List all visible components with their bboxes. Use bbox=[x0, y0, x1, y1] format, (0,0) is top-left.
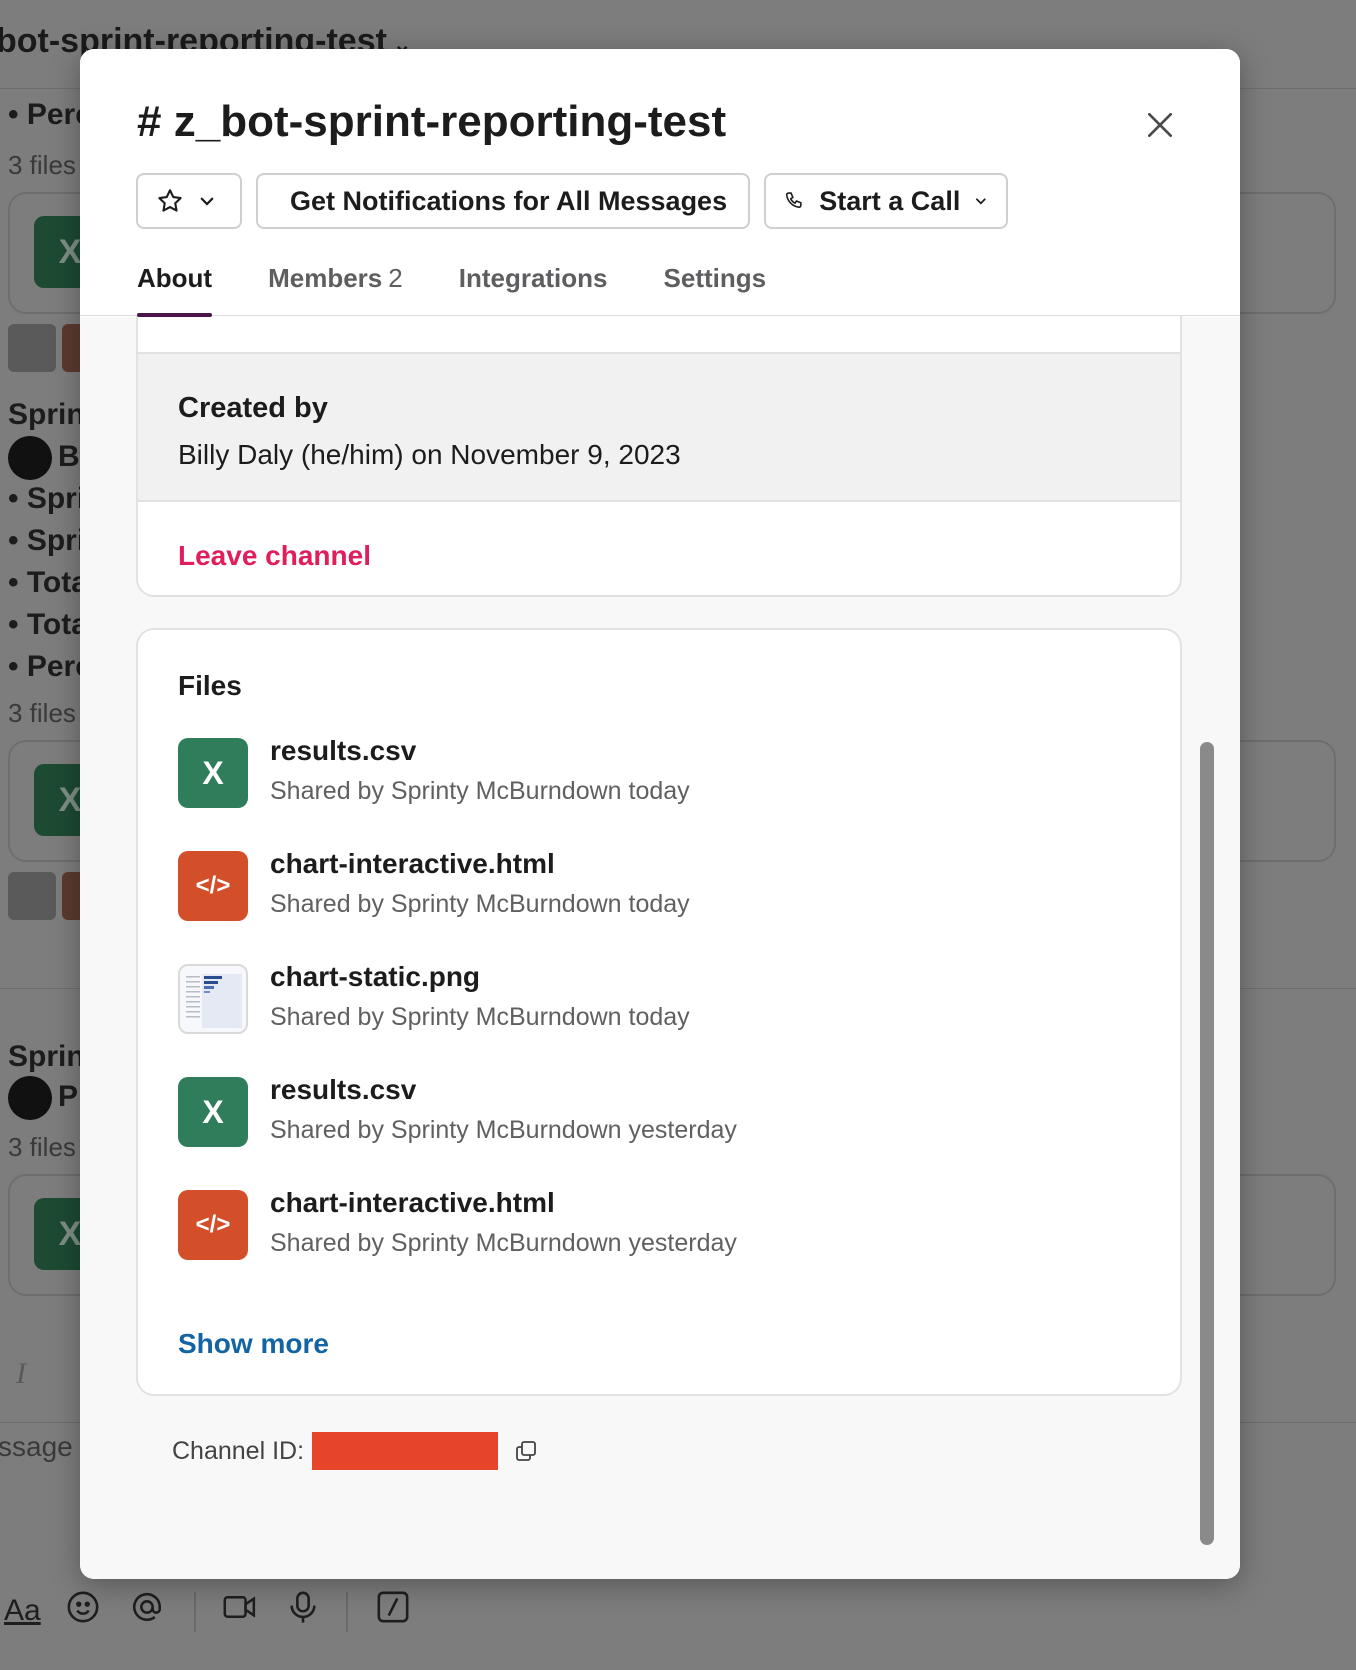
star-icon bbox=[158, 189, 182, 212]
created-by-section: Created by Billy Daly (he/him) on Novemb… bbox=[138, 354, 1180, 502]
star-button[interactable] bbox=[136, 173, 242, 229]
channel-details-modal: # z_bot-sprint-reporting-test Get Notifi… bbox=[80, 49, 1240, 1579]
tab-bar: About Members 2 Integrations Settings bbox=[137, 263, 767, 317]
avatar bbox=[8, 324, 56, 372]
github-icon bbox=[8, 1076, 52, 1120]
file-meta: Shared by Sprinty McBurndown yesterday bbox=[270, 1229, 737, 1257]
file-name: chart-interactive.html bbox=[270, 1187, 555, 1218]
files-card: Files X results.csv Shared by Sprinty Mc… bbox=[136, 628, 1182, 1396]
start-call-button[interactable]: Start a Call bbox=[764, 173, 1008, 229]
composer-cursor: I bbox=[16, 1357, 26, 1390]
file-item[interactable]: X results.csv Shared by Sprinty McBurndo… bbox=[178, 735, 1138, 808]
tab-settings[interactable]: Settings bbox=[664, 263, 767, 316]
file-name: chart-static.png bbox=[270, 961, 481, 992]
start-call-label: Start a Call bbox=[819, 185, 961, 216]
file-name: results.csv bbox=[270, 1074, 417, 1105]
show-more-link[interactable]: Show more bbox=[178, 1328, 329, 1360]
chevron-down-icon bbox=[200, 197, 214, 206]
background-text: P bbox=[58, 1080, 79, 1113]
chevron-down-icon bbox=[976, 198, 987, 205]
tab-about[interactable]: About bbox=[137, 263, 213, 317]
file-item[interactable]: X results.csv Shared by Sprinty McBurndo… bbox=[178, 1074, 1138, 1147]
modal-title: # z_bot-sprint-reporting-test bbox=[137, 97, 727, 146]
format-button: Aa bbox=[4, 1594, 41, 1627]
image-thumbnail-icon bbox=[178, 964, 248, 1034]
notifications-label: Get Notifications for All Messages bbox=[290, 185, 728, 216]
file-name: results.csv bbox=[270, 735, 417, 766]
divider bbox=[194, 1592, 196, 1632]
channel-id-label: Channel ID: bbox=[172, 1436, 305, 1465]
tab-members[interactable]: Members 2 bbox=[268, 263, 403, 316]
about-card: Created by Billy Daly (he/him) on Novemb… bbox=[136, 297, 1182, 597]
avatar bbox=[8, 872, 56, 920]
tab-integrations[interactable]: Integrations bbox=[459, 263, 608, 316]
video-icon bbox=[222, 1590, 258, 1632]
csv-file-icon: X bbox=[178, 1077, 248, 1147]
channel-id-row: Channel ID: bbox=[172, 1432, 538, 1470]
file-item[interactable]: </> chart-interactive.html Shared by Spr… bbox=[178, 848, 1138, 921]
file-meta: Shared by Sprinty McBurndown today bbox=[270, 1003, 690, 1031]
divider bbox=[346, 1592, 348, 1632]
file-meta: Shared by Sprinty McBurndown today bbox=[270, 777, 690, 805]
files-title: Files bbox=[178, 670, 242, 701]
background-files-count: 3 files bbox=[8, 698, 76, 728]
file-item[interactable]: chart-static.png Shared by Sprinty McBur… bbox=[178, 961, 1138, 1034]
background-bullet: • Spri bbox=[8, 524, 86, 557]
file-meta: Shared by Sprinty McBurndown today bbox=[270, 890, 690, 918]
github-icon bbox=[8, 436, 52, 480]
background-bullet: • Tota bbox=[8, 608, 88, 641]
mic-icon bbox=[288, 1590, 318, 1632]
code-file-icon: </> bbox=[178, 851, 248, 921]
background-bullet: • Tota bbox=[8, 566, 88, 599]
scrollbar[interactable] bbox=[1200, 742, 1214, 1545]
close-button[interactable] bbox=[1138, 103, 1182, 147]
notifications-button[interactable]: Get Notifications for All Messages bbox=[256, 173, 750, 229]
created-by-label: Created by bbox=[178, 392, 328, 424]
csv-file-icon: X bbox=[178, 738, 248, 808]
modal-body: Created by Billy Daly (he/him) on Novemb… bbox=[80, 297, 1240, 1579]
background-files-count: 3 files bbox=[8, 1132, 76, 1162]
created-by-value: Billy Daly (he/him) on November 9, 2023 bbox=[178, 439, 681, 470]
file-meta: Shared by Sprinty McBurndown yesterday bbox=[270, 1116, 737, 1144]
background-text: B bbox=[58, 440, 80, 473]
close-icon bbox=[1148, 113, 1172, 137]
members-count: 2 bbox=[388, 263, 403, 293]
code-file-icon: </> bbox=[178, 1190, 248, 1260]
phone-icon bbox=[785, 192, 802, 208]
background-files-count: 3 files bbox=[8, 150, 76, 180]
leave-channel-link[interactable]: Leave channel bbox=[138, 502, 1180, 572]
redacted-channel-id bbox=[312, 1432, 499, 1470]
copy-icon[interactable] bbox=[514, 1439, 538, 1463]
emoji-icon bbox=[66, 1590, 100, 1632]
file-item[interactable]: </> chart-interactive.html Shared by Spr… bbox=[178, 1187, 1138, 1260]
mention-icon bbox=[130, 1590, 164, 1632]
modal-header: # z_bot-sprint-reporting-test Get Notifi… bbox=[80, 49, 1240, 317]
slash-icon bbox=[376, 1590, 410, 1632]
background-bullet: • Spri bbox=[8, 482, 86, 515]
file-name: chart-interactive.html bbox=[270, 848, 555, 879]
